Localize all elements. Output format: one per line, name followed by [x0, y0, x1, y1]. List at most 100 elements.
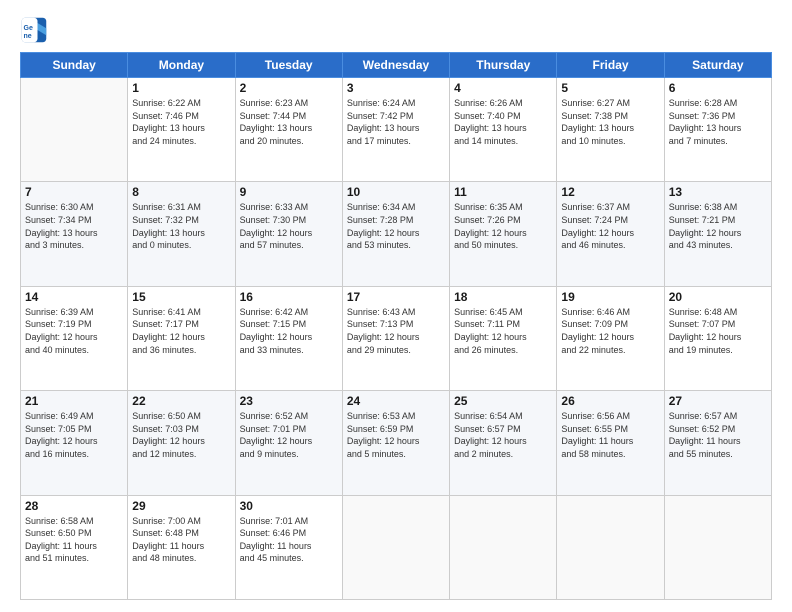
day-number: 6	[669, 81, 767, 95]
weekday-tuesday: Tuesday	[235, 53, 342, 78]
day-number: 3	[347, 81, 445, 95]
weekday-monday: Monday	[128, 53, 235, 78]
cell-info: Sunrise: 6:48 AM Sunset: 7:07 PM Dayligh…	[669, 306, 767, 356]
calendar-cell: 26 Sunrise: 6:56 AM Sunset: 6:55 PM Dayli…	[557, 391, 664, 495]
calendar-cell: 8 Sunrise: 6:31 AM Sunset: 7:32 PM Daylig…	[128, 182, 235, 286]
calendar-cell: 17 Sunrise: 6:43 AM Sunset: 7:13 PM Dayli…	[342, 286, 449, 390]
day-number: 19	[561, 290, 659, 304]
calendar-cell: 21 Sunrise: 6:49 AM Sunset: 7:05 PM Dayli…	[21, 391, 128, 495]
calendar-cell: 6 Sunrise: 6:28 AM Sunset: 7:36 PM Daylig…	[664, 78, 771, 182]
calendar-cell: 29 Sunrise: 7:00 AM Sunset: 6:48 PM Dayli…	[128, 495, 235, 599]
cell-info: Sunrise: 7:00 AM Sunset: 6:48 PM Dayligh…	[132, 515, 230, 565]
day-number: 11	[454, 185, 552, 199]
calendar-cell: 3 Sunrise: 6:24 AM Sunset: 7:42 PM Daylig…	[342, 78, 449, 182]
calendar-cell	[664, 495, 771, 599]
weekday-friday: Friday	[557, 53, 664, 78]
calendar-cell: 18 Sunrise: 6:45 AM Sunset: 7:11 PM Dayli…	[450, 286, 557, 390]
day-number: 17	[347, 290, 445, 304]
weekday-header-row: SundayMondayTuesdayWednesdayThursdayFrid…	[21, 53, 772, 78]
cell-info: Sunrise: 7:01 AM Sunset: 6:46 PM Dayligh…	[240, 515, 338, 565]
cell-info: Sunrise: 6:22 AM Sunset: 7:46 PM Dayligh…	[132, 97, 230, 147]
calendar-cell: 10Sunrise: 6:34 AM Sunset: 7:28 PM Dayli…	[342, 182, 449, 286]
cell-info: Sunrise: 6:35 AM Sunset: 7:26 PM Dayligh…	[454, 201, 552, 251]
cell-info: Sunrise: 6:46 AM Sunset: 7:09 PM Dayligh…	[561, 306, 659, 356]
cell-info: Sunrise: 6:43 AM Sunset: 7:13 PM Dayligh…	[347, 306, 445, 356]
calendar-cell: 11 Sunrise: 6:35 AM Sunset: 7:26 PM Dayli…	[450, 182, 557, 286]
cell-info: Sunrise: 6:24 AM Sunset: 7:42 PM Dayligh…	[347, 97, 445, 147]
day-number: 30	[240, 499, 338, 513]
calendar-cell: 27 Sunrise: 6:57 AM Sunset: 6:52 PM Dayli…	[664, 391, 771, 495]
calendar-cell: 30 Sunrise: 7:01 AM Sunset: 6:46 PM Dayli…	[235, 495, 342, 599]
calendar-table: SundayMondayTuesdayWednesdayThursdayFrid…	[20, 52, 772, 600]
calendar-cell: 24 Sunrise: 6:53 AM Sunset: 6:59 PM Dayli…	[342, 391, 449, 495]
calendar-cell: 14 Sunrise: 6:39 AM Sunset: 7:19 PM Dayli…	[21, 286, 128, 390]
day-number: 8	[132, 185, 230, 199]
calendar-cell: 15Sunrise: 6:41 AM Sunset: 7:17 PM Dayli…	[128, 286, 235, 390]
page: Ge ne SundayMondayTuesdayWednesdayThursd…	[0, 0, 792, 612]
logo-icon: Ge ne	[20, 16, 48, 44]
day-number: 24	[347, 394, 445, 408]
cell-info: Sunrise: 6:34 AM Sunset: 7:28 PM Dayligh…	[347, 201, 445, 251]
day-number: 7	[25, 185, 123, 199]
calendar-cell: 13 Sunrise: 6:38 AM Sunset: 7:21 PM Dayli…	[664, 182, 771, 286]
day-number: 26	[561, 394, 659, 408]
day-number: 2	[240, 81, 338, 95]
calendar-cell: 23Sunrise: 6:52 AM Sunset: 7:01 PM Dayli…	[235, 391, 342, 495]
cell-info: Sunrise: 6:38 AM Sunset: 7:21 PM Dayligh…	[669, 201, 767, 251]
calendar-cell: 1Sunrise: 6:22 AM Sunset: 7:46 PM Daylig…	[128, 78, 235, 182]
calendar-cell: 20 Sunrise: 6:48 AM Sunset: 7:07 PM Dayli…	[664, 286, 771, 390]
calendar-cell	[21, 78, 128, 182]
calendar-row-1: 1Sunrise: 6:22 AM Sunset: 7:46 PM Daylig…	[21, 78, 772, 182]
day-number: 20	[669, 290, 767, 304]
calendar-cell: 12Sunrise: 6:37 AM Sunset: 7:24 PM Dayli…	[557, 182, 664, 286]
calendar-row-4: 21 Sunrise: 6:49 AM Sunset: 7:05 PM Dayli…	[21, 391, 772, 495]
svg-text:ne: ne	[24, 33, 32, 40]
cell-info: Sunrise: 6:56 AM Sunset: 6:55 PM Dayligh…	[561, 410, 659, 460]
calendar-cell: 19 Sunrise: 6:46 AM Sunset: 7:09 PM Dayli…	[557, 286, 664, 390]
day-number: 21	[25, 394, 123, 408]
cell-info: Sunrise: 6:57 AM Sunset: 6:52 PM Dayligh…	[669, 410, 767, 460]
weekday-sunday: Sunday	[21, 53, 128, 78]
calendar-cell: 28Sunrise: 6:58 AM Sunset: 6:50 PM Dayli…	[21, 495, 128, 599]
cell-info: Sunrise: 6:54 AM Sunset: 6:57 PM Dayligh…	[454, 410, 552, 460]
weekday-wednesday: Wednesday	[342, 53, 449, 78]
day-number: 29	[132, 499, 230, 513]
cell-info: Sunrise: 6:31 AM Sunset: 7:32 PM Dayligh…	[132, 201, 230, 251]
day-number: 13	[669, 185, 767, 199]
cell-info: Sunrise: 6:45 AM Sunset: 7:11 PM Dayligh…	[454, 306, 552, 356]
cell-info: Sunrise: 6:27 AM Sunset: 7:38 PM Dayligh…	[561, 97, 659, 147]
cell-info: Sunrise: 6:26 AM Sunset: 7:40 PM Dayligh…	[454, 97, 552, 147]
cell-info: Sunrise: 6:42 AM Sunset: 7:15 PM Dayligh…	[240, 306, 338, 356]
cell-info: Sunrise: 6:39 AM Sunset: 7:19 PM Dayligh…	[25, 306, 123, 356]
cell-info: Sunrise: 6:30 AM Sunset: 7:34 PM Dayligh…	[25, 201, 123, 251]
svg-text:Ge: Ge	[24, 25, 33, 32]
day-number: 12	[561, 185, 659, 199]
cell-info: Sunrise: 6:33 AM Sunset: 7:30 PM Dayligh…	[240, 201, 338, 251]
day-number: 27	[669, 394, 767, 408]
calendar-cell: 2 Sunrise: 6:23 AM Sunset: 7:44 PM Daylig…	[235, 78, 342, 182]
weekday-saturday: Saturday	[664, 53, 771, 78]
calendar-cell: 5Sunrise: 6:27 AM Sunset: 7:38 PM Daylig…	[557, 78, 664, 182]
calendar-row-5: 28Sunrise: 6:58 AM Sunset: 6:50 PM Dayli…	[21, 495, 772, 599]
weekday-thursday: Thursday	[450, 53, 557, 78]
calendar-cell: 9 Sunrise: 6:33 AM Sunset: 7:30 PM Daylig…	[235, 182, 342, 286]
calendar-row-3: 14 Sunrise: 6:39 AM Sunset: 7:19 PM Dayli…	[21, 286, 772, 390]
day-number: 14	[25, 290, 123, 304]
cell-info: Sunrise: 6:53 AM Sunset: 6:59 PM Dayligh…	[347, 410, 445, 460]
calendar-cell	[342, 495, 449, 599]
logo: Ge ne	[20, 16, 52, 44]
day-number: 18	[454, 290, 552, 304]
day-number: 28	[25, 499, 123, 513]
calendar-cell: 25Sunrise: 6:54 AM Sunset: 6:57 PM Dayli…	[450, 391, 557, 495]
calendar-cell: 16 Sunrise: 6:42 AM Sunset: 7:15 PM Dayli…	[235, 286, 342, 390]
cell-info: Sunrise: 6:52 AM Sunset: 7:01 PM Dayligh…	[240, 410, 338, 460]
day-number: 16	[240, 290, 338, 304]
cell-info: Sunrise: 6:28 AM Sunset: 7:36 PM Dayligh…	[669, 97, 767, 147]
calendar-cell	[450, 495, 557, 599]
cell-info: Sunrise: 6:50 AM Sunset: 7:03 PM Dayligh…	[132, 410, 230, 460]
cell-info: Sunrise: 6:23 AM Sunset: 7:44 PM Dayligh…	[240, 97, 338, 147]
calendar-cell: 4Sunrise: 6:26 AM Sunset: 7:40 PM Daylig…	[450, 78, 557, 182]
cell-info: Sunrise: 6:49 AM Sunset: 7:05 PM Dayligh…	[25, 410, 123, 460]
day-number: 9	[240, 185, 338, 199]
calendar-cell: 22Sunrise: 6:50 AM Sunset: 7:03 PM Dayli…	[128, 391, 235, 495]
